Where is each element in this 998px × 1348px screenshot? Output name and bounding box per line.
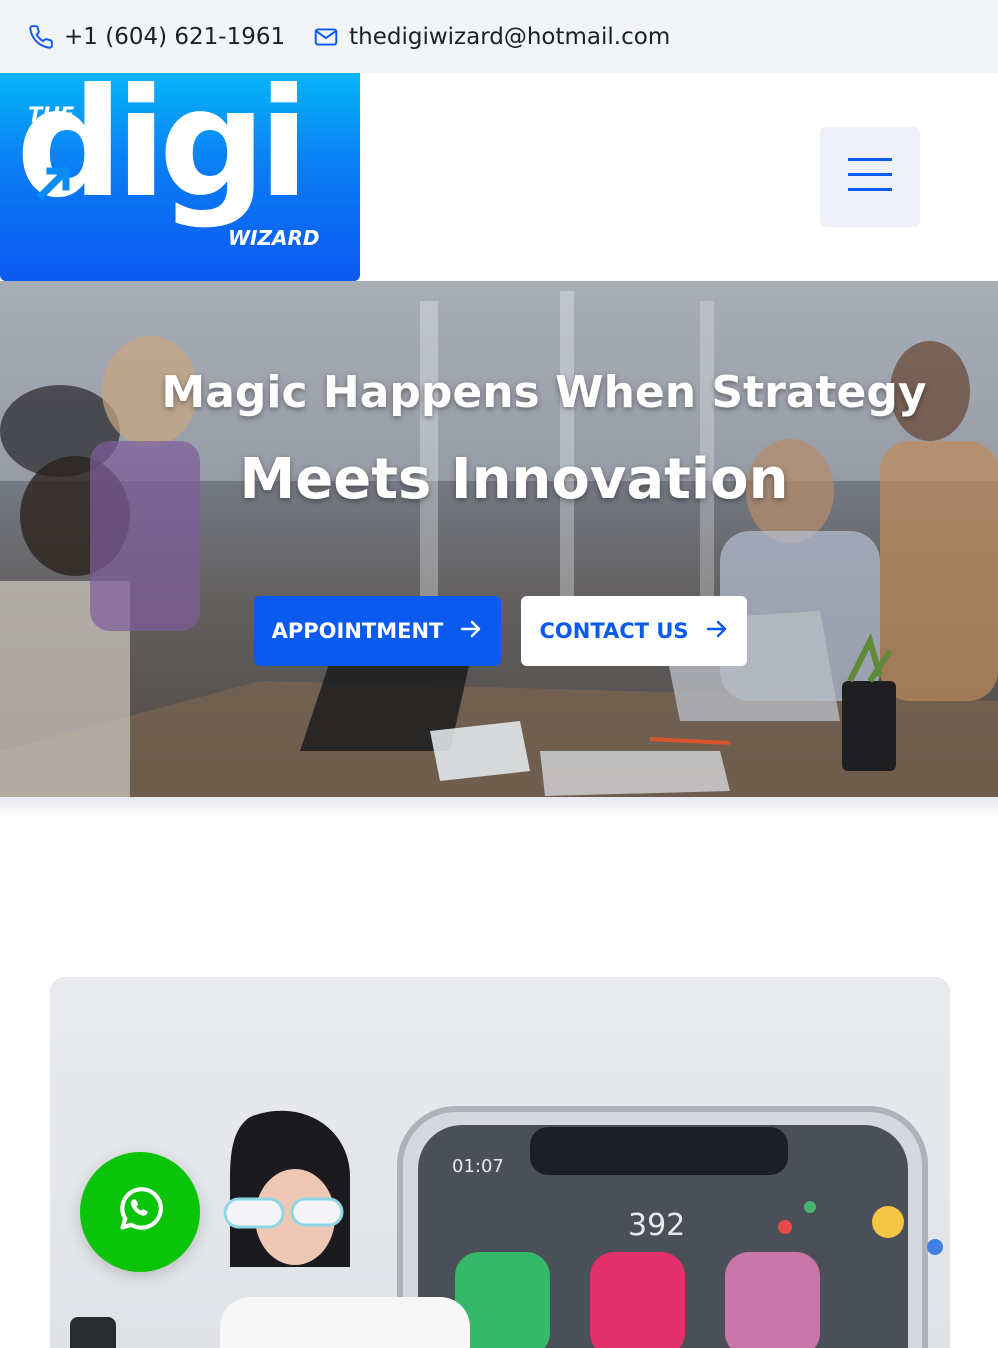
hero-title-line-1: Magic Happens When Strategy: [161, 367, 927, 418]
appointment-button[interactable]: APPOINTMENT: [254, 596, 501, 666]
hero-bottom-shadow: [0, 797, 998, 817]
menu-toggle-button[interactable]: [820, 127, 920, 227]
phone-icon: [28, 24, 54, 50]
arrow-right-icon: [459, 617, 483, 646]
email-link[interactable]: thedigiwizard@hotmail.com: [313, 24, 670, 50]
phone-clock-text: 392: [628, 1208, 685, 1243]
instagram-app-icon: [590, 1252, 685, 1348]
contact-us-button[interactable]: CONTACT US: [521, 596, 747, 666]
feature-image: 01:07 392: [50, 977, 950, 1348]
phone-status-text: 01:07: [452, 1156, 504, 1177]
top-contact-bar: +1 (604) 621-1961 thedigiwizard@hotmail.…: [0, 0, 998, 73]
site-logo[interactable]: digi THE WIZARD: [0, 73, 360, 281]
appointment-button-label: APPOINTMENT: [271, 619, 444, 643]
whatsapp-chat-button[interactable]: [80, 1152, 200, 1272]
logo-arrow-icon: [36, 161, 76, 205]
hero-background-image: [0, 281, 998, 797]
phone-link[interactable]: +1 (604) 621-1961: [28, 24, 285, 50]
instagram-app-icon: [725, 1252, 820, 1348]
arrow-right-icon: [705, 617, 729, 646]
contact-us-button-label: CONTACT US: [539, 619, 689, 643]
site-header: digi THE WIZARD: [0, 73, 998, 281]
hero-title-line-2: Meets Innovation: [239, 447, 789, 512]
phone-number: +1 (604) 621-1961: [64, 23, 286, 50]
logo-wizard-text: WIZARD: [228, 226, 320, 250]
hamburger-icon: [848, 157, 892, 197]
mail-icon: [313, 24, 339, 50]
whatsapp-icon: [112, 1182, 168, 1242]
social-media-illustration: 01:07 392: [70, 1106, 943, 1348]
hero-section: Magic Happens When Strategy Meets Innova…: [0, 281, 998, 797]
email-address: thedigiwizard@hotmail.com: [349, 23, 671, 50]
page: +1 (604) 621-1961 thedigiwizard@hotmail.…: [0, 0, 998, 1348]
logo-the-text: THE: [28, 103, 75, 127]
